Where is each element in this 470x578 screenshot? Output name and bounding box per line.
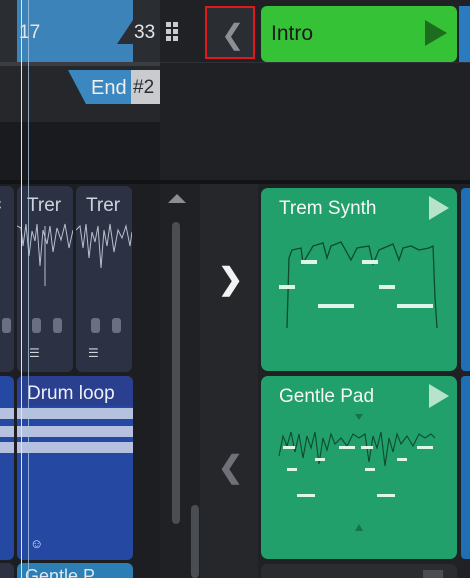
intro-scene-button[interactable]: Intro <box>261 6 457 62</box>
marker-2-label: #2 <box>133 77 155 98</box>
end-marker-label: End <box>91 77 127 99</box>
bar-number-end: 33 <box>134 22 156 43</box>
gentle-pad-clip[interactable]: Gentle P <box>17 563 133 578</box>
scene-card-trem-synth[interactable]: Trem Synth <box>261 188 457 371</box>
bar-number-start: 17 <box>19 22 41 43</box>
scroll-up-icon[interactable] <box>168 194 186 203</box>
chevron-left-icon: ❮ <box>221 19 245 50</box>
arranger-lane <box>0 122 160 180</box>
clip-menu-icon[interactable]: ☰ <box>88 346 99 360</box>
scene-stop-icon[interactable] <box>423 570 443 578</box>
drum-clip-partial[interactable]: t <box>0 376 14 560</box>
vertical-scrollbar[interactable] <box>172 222 180 524</box>
clip-title: Gentle P <box>25 566 96 578</box>
chevron-right-icon[interactable]: ❯ <box>218 262 243 297</box>
intro-scene-label: Intro <box>271 22 314 45</box>
drum-loop-clip[interactable]: Drum loop ☺ <box>17 376 133 560</box>
clip-title: c <box>0 194 2 216</box>
clip-launcher-view: 17 33 End #2 ❮ Intro c Trer ☰ Trer <box>0 0 470 578</box>
scrollbar-thumb[interactable] <box>191 505 199 578</box>
trem-clip[interactable]: Trer ☰ <box>76 186 132 372</box>
next-scene-card-edge[interactable] <box>461 376 470 559</box>
trem-clip[interactable]: Trer ☰ <box>17 186 73 372</box>
grid-icon[interactable] <box>166 22 186 42</box>
ghost-icon: ☺ <box>30 536 44 551</box>
scene-back-button[interactable]: ❮ <box>205 6 255 59</box>
clip-title: Drum loop <box>27 383 115 404</box>
scene-card-gentle-pad[interactable]: Gentle Pad <box>261 376 457 559</box>
toolbar-divider <box>160 62 470 63</box>
scene-nav-column <box>200 184 258 578</box>
clip-menu-icon[interactable]: ☰ <box>29 346 40 360</box>
next-scene-card-edge[interactable] <box>461 188 470 371</box>
play-icon[interactable] <box>425 20 447 46</box>
next-scene-edge[interactable] <box>459 6 470 62</box>
clip-partial[interactable] <box>0 563 14 578</box>
playhead[interactable] <box>21 0 22 578</box>
chevron-left-icon[interactable]: ❮ <box>218 450 243 485</box>
loop-start-line <box>28 0 29 578</box>
audio-clip-partial[interactable]: c <box>0 186 14 372</box>
